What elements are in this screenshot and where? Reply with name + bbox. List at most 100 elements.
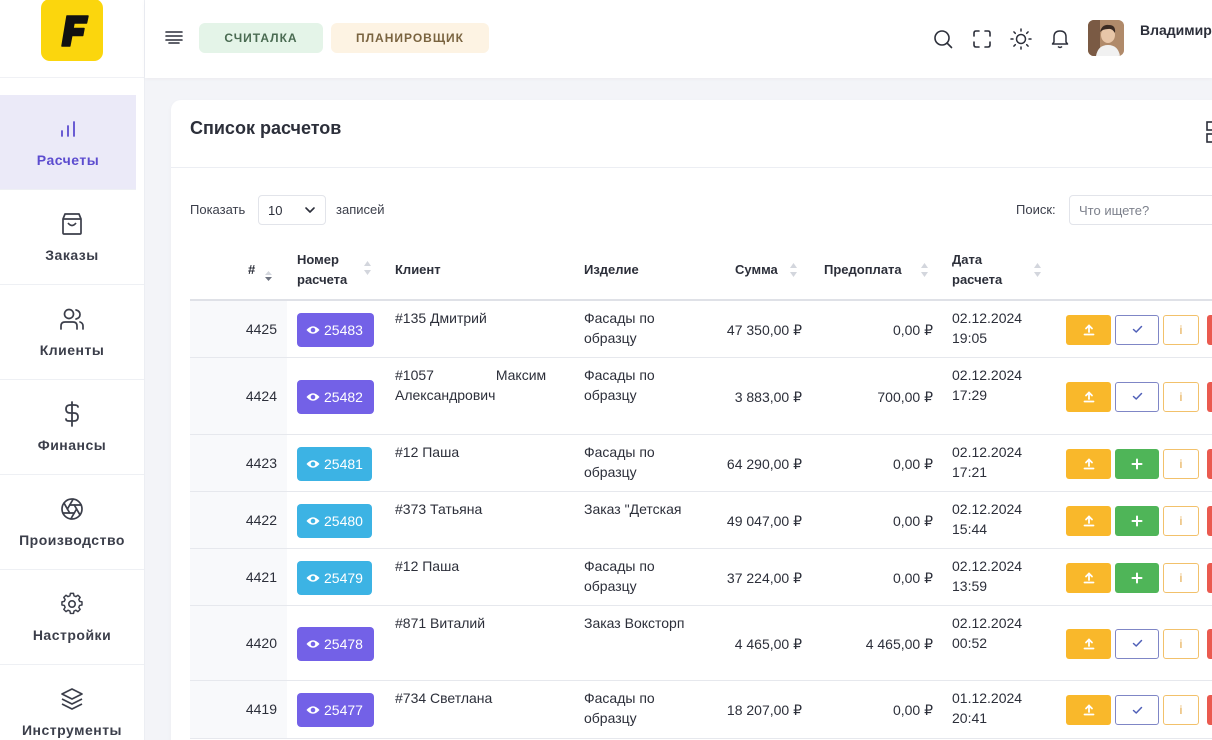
col-id-header[interactable]: # [248, 260, 255, 280]
confirm-button[interactable] [1115, 381, 1159, 412]
upload-button[interactable] [1066, 505, 1111, 536]
product-cell: Заказ Воксторп [584, 613, 684, 633]
tab-calculator[interactable]: СЧИТАЛКА [199, 23, 323, 53]
info-icon: i [1179, 513, 1183, 528]
dollar-icon [64, 401, 80, 427]
col-number-header[interactable]: Номер расчета [297, 250, 347, 290]
page-title: Список расчетов [190, 118, 342, 138]
calc-number-badge[interactable]: 25480 [297, 503, 372, 538]
date-cell: 02.12.2024 00:52 [952, 613, 1022, 653]
calc-number-badge[interactable]: 25482 [297, 379, 374, 414]
sort-icon[interactable] [265, 268, 272, 286]
client-cell[interactable]: #12 Паша [395, 442, 459, 462]
sidebar-item-production[interactable]: Производство [0, 475, 144, 570]
sort-icon[interactable] [790, 263, 797, 282]
upload-button[interactable] [1066, 314, 1111, 345]
info-button[interactable]: i [1163, 381, 1199, 412]
upload-button[interactable] [1066, 381, 1111, 412]
gear-icon [60, 591, 84, 617]
calc-number-badge[interactable]: 25483 [297, 312, 374, 347]
row-id-cell: 4419 [190, 681, 287, 738]
page-size-select[interactable]: 10 [258, 195, 326, 225]
product-line1: Фасады по [584, 310, 655, 326]
confirm-button[interactable] [1115, 628, 1159, 659]
client-cell[interactable]: #734 Светлана [395, 688, 492, 708]
sort-icon[interactable] [921, 263, 928, 282]
delete-button[interactable] [1207, 695, 1212, 725]
user-name[interactable]: Владимир ... [1140, 22, 1212, 38]
sum-cell: 18 207,00 ₽ [726, 702, 802, 718]
add-order-button[interactable] [1115, 448, 1159, 479]
delete-button[interactable] [1207, 628, 1212, 659]
row-id: 4420 [245, 634, 277, 651]
calc-time: 00:52 [952, 635, 988, 651]
tab-planner[interactable]: ПЛАНИРОВЩИК [331, 23, 489, 53]
calc-time: 17:29 [952, 387, 988, 403]
eye-icon [306, 325, 320, 335]
prepay-cell: 0,00 ₽ [892, 321, 933, 338]
delete-button[interactable] [1207, 314, 1212, 345]
table-row: 4425 25483 #135 Дмитрий Фасады по образцу 47 … [190, 301, 1212, 358]
bell-icon[interactable] [1049, 28, 1071, 50]
fullscreen-icon[interactable] [971, 28, 993, 50]
add-order-button[interactable] [1115, 505, 1159, 536]
upload-icon [1083, 572, 1095, 584]
delete-button[interactable] [1207, 505, 1212, 536]
info-button[interactable]: i [1163, 505, 1199, 536]
col-date-header[interactable]: Дата расчета [952, 250, 1002, 290]
upload-button[interactable] [1066, 562, 1111, 593]
sidebar-item-clients[interactable]: Клиенты [0, 285, 144, 380]
col-sum-header[interactable]: Сумма [735, 260, 778, 280]
sidebar-item-finance[interactable]: Финансы [0, 380, 144, 475]
add-order-button[interactable] [1115, 562, 1159, 593]
col-prepay-header[interactable]: Предоплата [824, 260, 902, 280]
client-line1-wrap: #1057 Максим [395, 365, 560, 385]
info-button[interactable]: i [1163, 314, 1199, 345]
check-icon [1132, 325, 1143, 334]
sidebar-item-settings[interactable]: Настройки [0, 570, 144, 665]
calc-number-badge[interactable]: 25478 [297, 626, 374, 661]
sidebar-item-calculations[interactable]: Расчеты [0, 95, 136, 190]
search-input[interactable] [1069, 195, 1212, 225]
info-button[interactable]: i [1163, 695, 1199, 725]
delete-button[interactable] [1207, 381, 1212, 412]
sidebar-item-label: Настройки [32, 627, 112, 643]
calc-number-badge[interactable]: 25481 [297, 446, 372, 481]
app-logo[interactable] [41, 0, 103, 61]
grid-view-icon[interactable] [1206, 121, 1212, 148]
col-number-line2: расчета [297, 272, 348, 287]
confirm-button[interactable] [1115, 314, 1159, 345]
upload-button[interactable] [1066, 628, 1111, 659]
confirm-button[interactable] [1115, 695, 1159, 725]
topbar: СЧИТАЛКА ПЛАНИРОВЩИК Владимир ... [145, 0, 1212, 78]
menu-icon[interactable] [165, 30, 183, 49]
delete-button[interactable] [1207, 448, 1212, 479]
info-button[interactable]: i [1163, 448, 1199, 479]
sidebar-item-tools[interactable]: Инструменты [0, 665, 144, 740]
delete-button[interactable] [1207, 562, 1212, 593]
sun-icon[interactable] [1010, 28, 1032, 50]
client-cell[interactable]: #135 Дмитрий [395, 308, 487, 328]
upload-button[interactable] [1066, 448, 1111, 479]
sort-icon[interactable] [1034, 263, 1041, 282]
calc-number-badge[interactable]: 25479 [297, 560, 372, 595]
upload-button[interactable] [1066, 695, 1111, 725]
table-row: 4419 25477 #734 Светлана Фасады по образцу 18… [190, 681, 1212, 739]
client-cell[interactable]: #373 Татьяна [395, 499, 482, 519]
eye-icon [306, 392, 320, 402]
info-button[interactable]: i [1163, 628, 1199, 659]
info-button[interactable]: i [1163, 562, 1199, 593]
sort-icon[interactable] [364, 261, 371, 280]
client-name-line2: Александрович [395, 387, 496, 403]
check-icon [1132, 639, 1143, 648]
row-id: 4422 [245, 511, 277, 528]
search-icon[interactable] [932, 28, 954, 50]
sidebar-item-orders[interactable]: Заказы [0, 190, 144, 285]
calc-number-badge[interactable]: 25477 [297, 693, 374, 727]
client-cell[interactable]: #12 Паша [395, 556, 459, 576]
row-id-cell: 4425 [190, 301, 287, 357]
info-icon: i [1179, 703, 1183, 717]
client-cell[interactable]: #871 Виталий [395, 613, 485, 633]
client-cell[interactable]: #1057 Максим Александрович [395, 365, 560, 405]
avatar[interactable] [1088, 20, 1124, 56]
